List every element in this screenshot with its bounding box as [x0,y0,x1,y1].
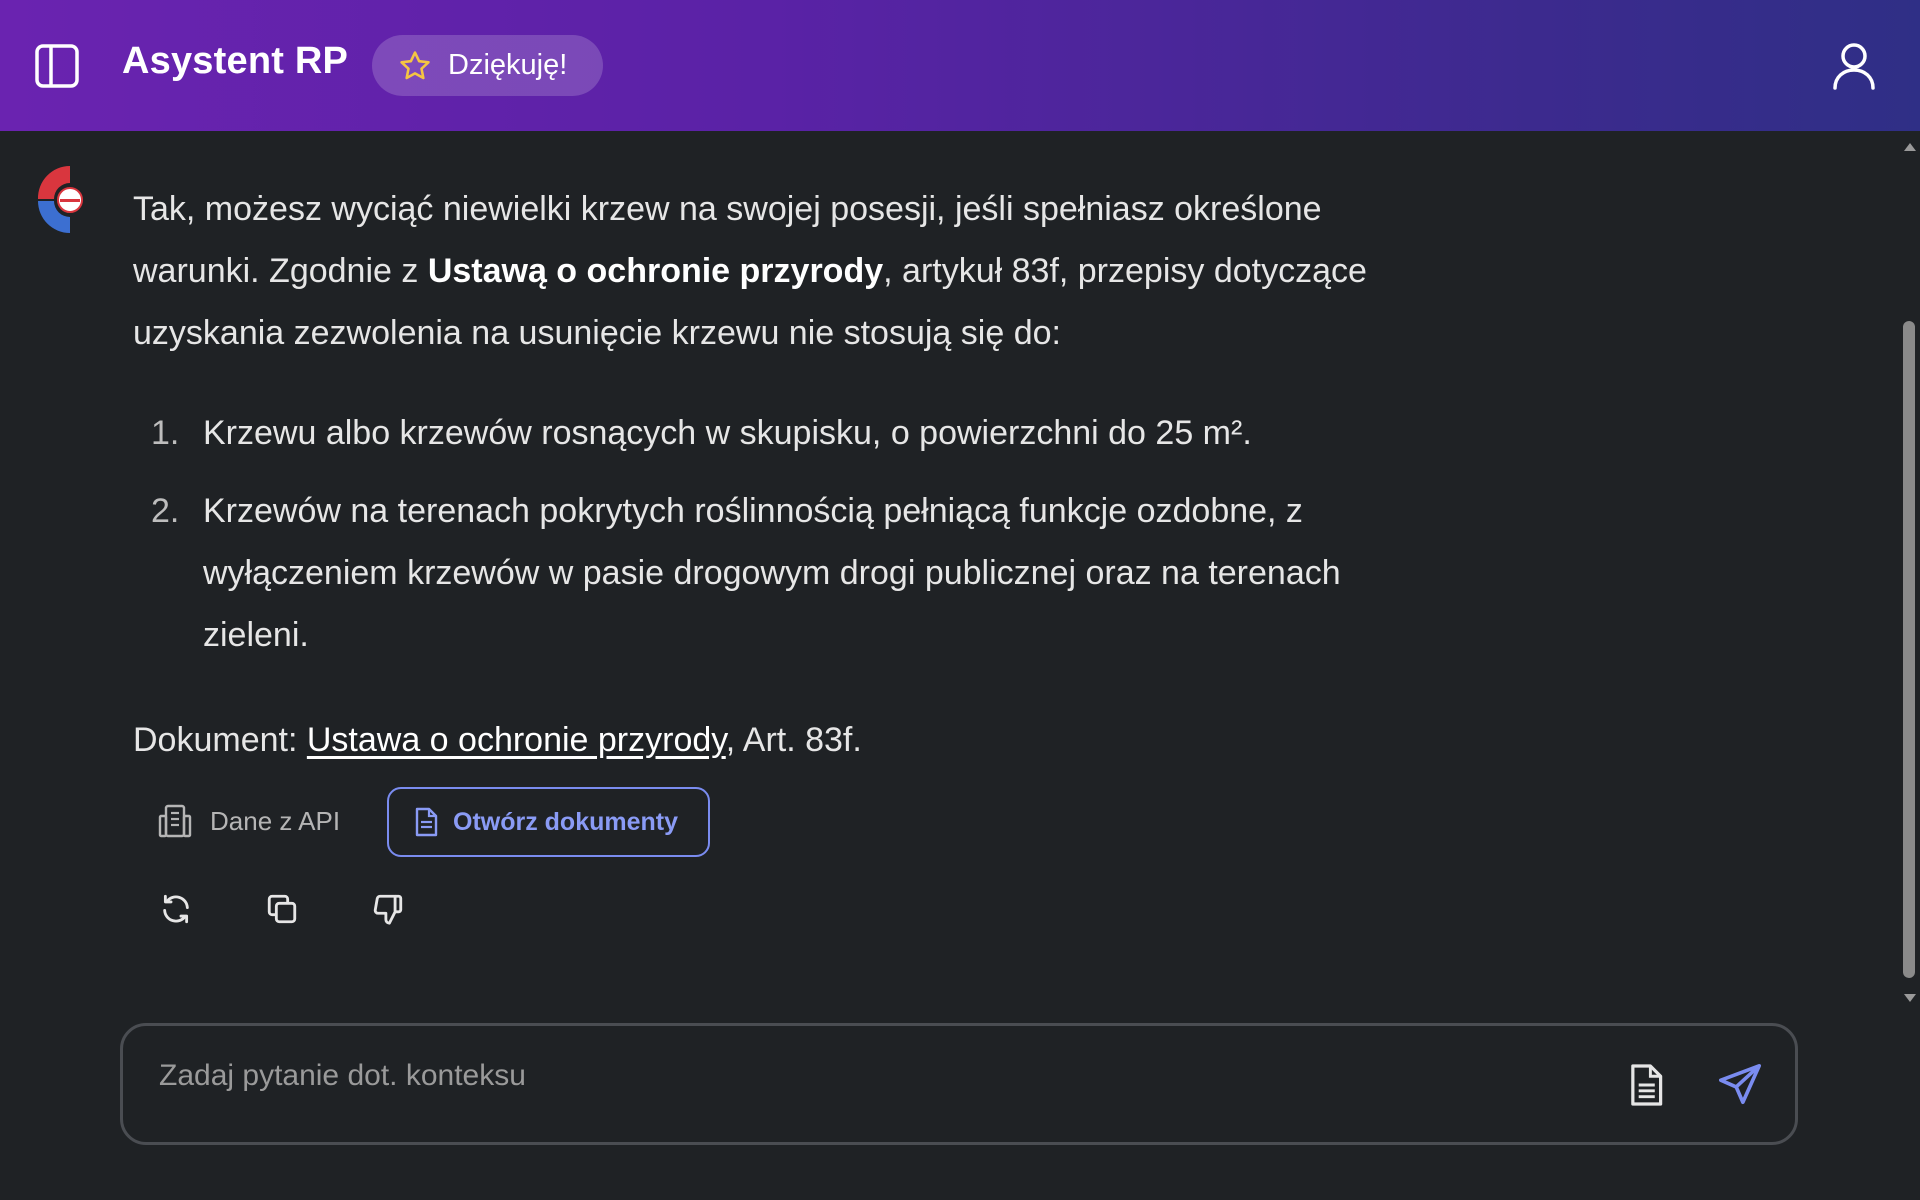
scroll-down-arrow[interactable] [1904,994,1916,1002]
user-icon [1833,43,1875,90]
message-bold-law: Ustawą o ochronie przyrody [427,252,884,290]
document-link[interactable]: Ustawa o ochronie przyrody [307,721,726,759]
thanks-label: Dziękuję! [448,49,568,81]
document-reference: Dokument: Ustawa o ochronie przyrody, Ar… [133,709,862,771]
assistant-logo-icon [37,166,83,233]
sidebar-toggle-button[interactable] [30,39,84,93]
refresh-icon [163,894,189,924]
attach-document-button[interactable] [1623,1062,1669,1108]
question-input[interactable] [159,1054,1559,1098]
regenerate-button[interactable] [158,889,194,929]
message-actions [158,889,406,929]
list-item: 1. Krzewu albo krzewów rosnących w skupi… [133,402,1393,464]
list-number: 2. [151,492,180,530]
send-button[interactable] [1715,1060,1765,1110]
thanks-button[interactable]: Dziękuję! [372,35,603,96]
thumbs-down-icon [373,894,403,925]
list-item-text: Krzewów na terenach pokrytych roślinnośc… [203,492,1341,654]
sidebar-icon [35,44,79,88]
copy-icon [267,894,297,924]
document-suffix: , Art. 83f. [725,721,862,759]
copy-button[interactable] [264,889,300,929]
send-icon [1719,1064,1761,1105]
chat-scrollbar[interactable] [1898,131,1920,1011]
open-documents-label: Otwórz dokumenty [453,807,679,836]
building-icon [158,804,192,838]
open-documents-button[interactable]: Otwórz dokumenty [387,787,710,857]
api-source-label: Dane z API [210,805,341,836]
document-icon [1631,1064,1663,1106]
chat-input-container [120,1023,1798,1145]
document-icon [415,807,438,837]
scroll-up-arrow[interactable] [1904,143,1916,151]
scroll-thumb[interactable] [1903,321,1915,978]
user-account-button[interactable] [1826,38,1882,94]
star-icon [400,50,430,79]
assistant-message-paragraph: Tak, możesz wyciąć niewielki krzew na sw… [133,178,1393,364]
api-source-chip: Dane z API [158,798,340,844]
document-prefix: Dokument: [133,721,307,759]
app-title: Asystent RP [122,40,349,82]
exemption-list: 1. Krzewu albo krzewów rosnących w skupi… [133,402,1393,682]
list-item-text: Krzewu albo krzewów rosnących w skupisku… [203,414,1252,452]
list-number: 1. [151,414,180,452]
dislike-button[interactable] [370,889,406,929]
top-bar: Asystent RP Dziękuję! [0,0,1920,131]
assistant-avatar [34,163,88,237]
list-item: 2. Krzewów na terenach pokrytych roślinn… [133,480,1393,666]
